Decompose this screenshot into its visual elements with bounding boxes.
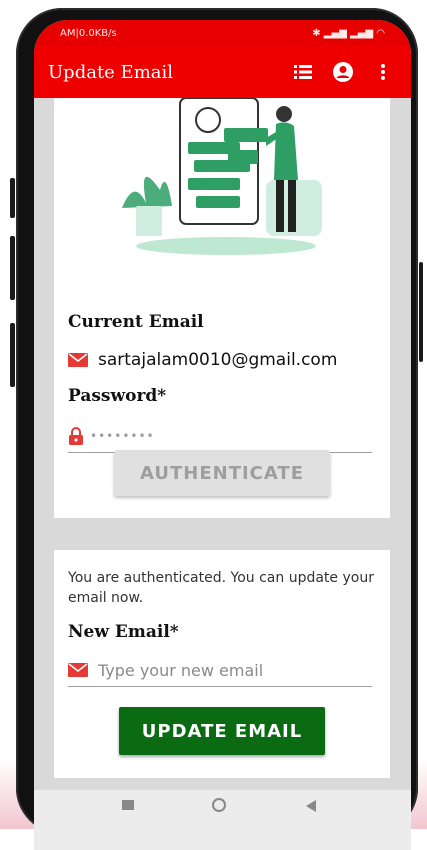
new-email-label: New Email* (68, 622, 179, 642)
account-icon[interactable] (329, 58, 357, 86)
power-button (419, 262, 423, 362)
new-email-field[interactable]: Type your new email (68, 654, 372, 687)
app-bar: Update Email (34, 46, 411, 98)
authenticate-card: Current Email sartajalam0010@gmail.com P… (54, 98, 390, 518)
authenticate-button[interactable]: AUTHENTICATE (114, 450, 330, 496)
recents-icon[interactable] (122, 800, 134, 810)
update-email-card: You are authenticated. You can update yo… (54, 550, 390, 778)
password-input[interactable]: •••••••• (90, 429, 155, 443)
app-screen: AM|0.0KB/s ✱ ▂▄▆ ▂▄▆ ◠ Update Email Curr… (34, 20, 411, 850)
current-email-row: sartajalam0010@gmail.com (68, 350, 337, 370)
current-email-label: Current Email (68, 312, 204, 332)
authenticated-message: You are authenticated. You can update yo… (68, 570, 374, 606)
chat-illustration (122, 98, 322, 255)
back-icon[interactable] (306, 800, 316, 812)
volume-up-button (10, 178, 15, 218)
password-label: Password* (68, 386, 167, 406)
lock-icon (69, 427, 83, 445)
side-button (10, 323, 15, 387)
mail-icon (68, 353, 88, 367)
current-email-value: sartajalam0010@gmail.com (98, 350, 338, 370)
list-icon[interactable] (289, 58, 317, 86)
status-icons: ✱ ▂▄▆ ▂▄▆ ◠ (312, 27, 385, 39)
home-icon[interactable] (212, 798, 226, 812)
app-title: Update Email (48, 61, 174, 83)
password-field[interactable]: •••••••• (68, 420, 372, 453)
status-left: AM|0.0KB/s (60, 27, 117, 39)
mail-icon (68, 663, 88, 677)
status-bar: AM|0.0KB/s ✱ ▂▄▆ ▂▄▆ ◠ (34, 20, 411, 46)
update-email-button[interactable]: UPDATE EMAIL (119, 707, 325, 755)
more-vert-icon[interactable] (369, 58, 397, 86)
new-email-input[interactable]: Type your new email (98, 661, 263, 680)
system-nav-bar (34, 790, 411, 850)
volume-down-button (10, 236, 15, 300)
